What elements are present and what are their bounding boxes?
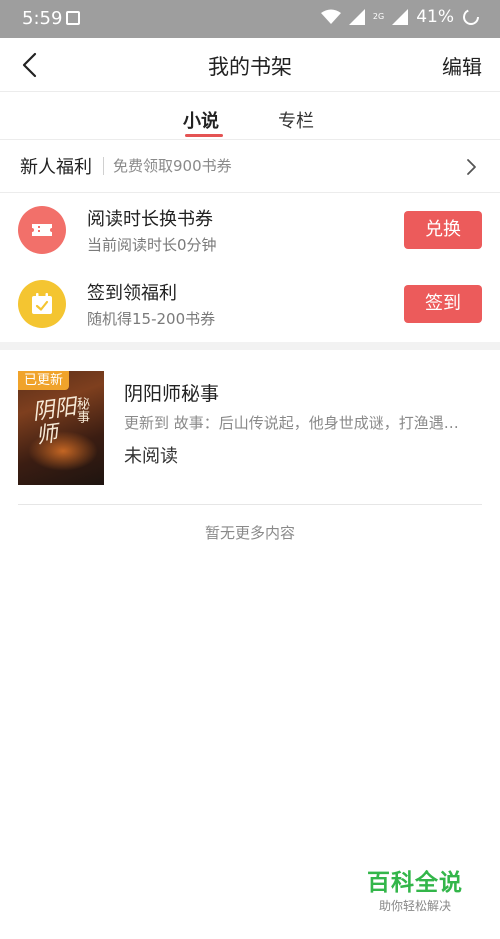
calendar-check-icon — [18, 280, 66, 328]
cover-title-art: 阴阳师 — [30, 394, 78, 450]
no-more-content-text: 暂无更多内容 — [204, 524, 295, 542]
page-title: 我的书架 — [208, 55, 292, 79]
book-title: 阴阳师秘事 — [124, 383, 220, 405]
network-type-label: 2G — [372, 12, 385, 21]
reward-subtitle: 当前阅读时长0分钟 — [87, 236, 217, 254]
status-icons: 2G 41% — [320, 7, 480, 27]
book-update-text: 更新到 故事：后山传说起，他身世成谜，打渔遇… — [124, 414, 459, 432]
status-time: 5:59 — [22, 8, 63, 29]
check-in-button[interactable]: 签到 — [404, 285, 482, 323]
status-bar: 5:59 2G 41% — [0, 0, 500, 38]
watermark-title: 百科全说 — [367, 870, 463, 896]
reward-check-in: 签到领福利 随机得15-200书券 签到 — [0, 268, 500, 342]
tab-novels[interactable]: 小说 — [183, 107, 219, 133]
signal-2-icon — [392, 9, 409, 25]
chevron-right-icon — [467, 159, 476, 175]
newcomer-description: 免费领取900书券 — [113, 157, 232, 175]
exchange-button[interactable]: 兑换 — [404, 211, 482, 249]
reward-subtitle: 随机得15-200书券 — [87, 310, 216, 328]
nav-bar: 我的书架 编辑 — [0, 38, 500, 92]
book-read-status: 未阅读 — [124, 446, 178, 467]
active-tab-indicator — [185, 134, 223, 137]
edit-button[interactable]: 编辑 — [442, 51, 482, 80]
newcomer-benefits-row[interactable]: 新人福利 免费领取900书券 — [0, 141, 500, 193]
updated-badge: 已更新 — [18, 371, 70, 390]
reward-reading-time: 阅读时长换书券 当前阅读时长0分钟 兑换 — [0, 194, 500, 268]
ticket-icon — [18, 206, 66, 254]
divider — [103, 157, 104, 175]
reward-title: 签到领福利 — [87, 283, 177, 304]
wifi-icon — [320, 9, 341, 24]
battery-percent: 41% — [416, 7, 454, 27]
divider — [18, 504, 482, 505]
section-divider — [0, 342, 500, 350]
signal-icon — [348, 9, 365, 25]
watermark-logo: 百科全说 助你轻松解决 — [360, 863, 470, 914]
image-notification-icon — [66, 11, 80, 25]
battery-loading-icon — [463, 9, 479, 25]
book-cover[interactable]: 阴阳师 秘事 已更新 — [18, 371, 104, 485]
tab-bar: 小说 专栏 — [0, 93, 500, 140]
watermark-subtitle: 助你轻松解决 — [378, 899, 451, 913]
reward-title: 阅读时长换书券 — [87, 209, 213, 230]
book-list-item[interactable]: 阴阳师 秘事 已更新 阴阳师秘事 更新到 故事：后山传说起，他身世成谜，打渔遇…… — [0, 350, 500, 504]
cover-subtitle-art: 秘事 — [74, 397, 89, 423]
tab-columns[interactable]: 专栏 — [278, 107, 314, 133]
newcomer-label: 新人福利 — [20, 157, 92, 178]
